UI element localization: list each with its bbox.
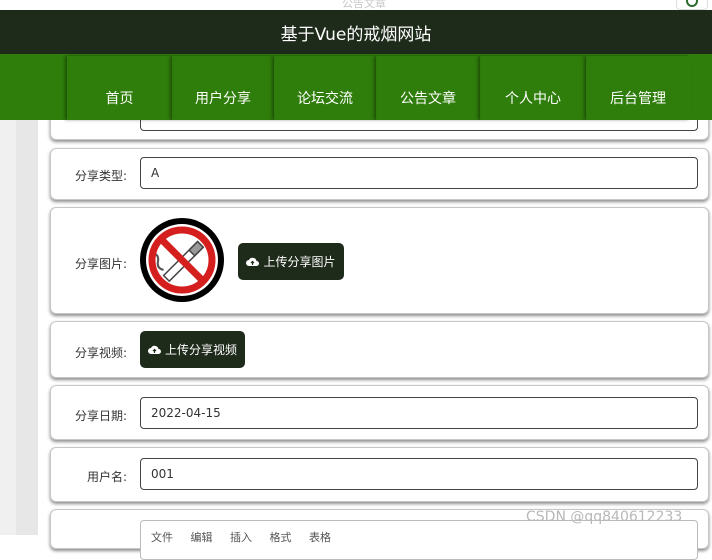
search-icon [686, 0, 698, 7]
site-header: 基于Vue的戒烟网站 [0, 10, 712, 54]
share-type-input[interactable]: A [140, 157, 698, 189]
username-input[interactable]: 001 [140, 458, 698, 490]
nav-item-user-share[interactable]: 用户分享 [172, 56, 274, 120]
form-row-share-video: 分享视频: 上传分享视频 [50, 321, 709, 378]
form-row-username: 用户名: 001 [50, 447, 709, 502]
share-date-input[interactable]: 2022-04-15 [140, 397, 698, 429]
left-rail [16, 120, 38, 535]
left-gutter [0, 120, 16, 535]
upload-video-label: 上传分享视频 [164, 343, 237, 357]
main-nav: 首页 用户分享 论坛交流 公告文章 个人中心 后台管理 [0, 54, 712, 120]
upload-image-button[interactable]: 上传分享图片 [238, 243, 344, 280]
upload-video-button[interactable]: 上传分享视频 [140, 331, 245, 368]
search-button[interactable] [676, 0, 708, 10]
share-video-label: 分享视频: [74, 346, 127, 360]
share-type-value: A [151, 166, 160, 180]
site-title: 基于Vue的戒烟网站 [280, 24, 432, 45]
form-row-share-image: 分享图片: 上传分享图片 [50, 207, 709, 314]
username-label: 用户名: [86, 470, 127, 484]
form-row-share-date: 分享日期: 2022-04-15 [50, 385, 709, 440]
nav-item-forum[interactable]: 论坛交流 [274, 56, 376, 120]
share-type-label: 分享类型: [74, 169, 127, 183]
top-strip: 公告文章 [0, 0, 712, 10]
watermark: CSDN @qq840612233 [526, 509, 683, 525]
no-smoking-icon[interactable] [140, 218, 224, 302]
upload-image-label: 上传分享图片 [263, 255, 336, 269]
form-row-share-type: 分享类型: A [50, 148, 709, 200]
nav-item-announcements[interactable]: 公告文章 [376, 56, 480, 120]
share-image-label: 分享图片: [74, 257, 127, 271]
cloud-upload-icon [246, 257, 260, 267]
nav-item-admin[interactable]: 后台管理 [586, 56, 690, 120]
editor-menu[interactable]: 文件 编辑 插入 格式 表格 [151, 529, 331, 545]
share-date-value: 2022-04-15 [151, 406, 221, 420]
nav-item-personal-center[interactable]: 个人中心 [480, 56, 586, 120]
nav-item-home[interactable]: 首页 [67, 56, 172, 120]
username-value: 001 [151, 467, 174, 481]
cloud-upload-icon [147, 345, 161, 355]
share-date-label: 分享日期: [74, 409, 127, 423]
